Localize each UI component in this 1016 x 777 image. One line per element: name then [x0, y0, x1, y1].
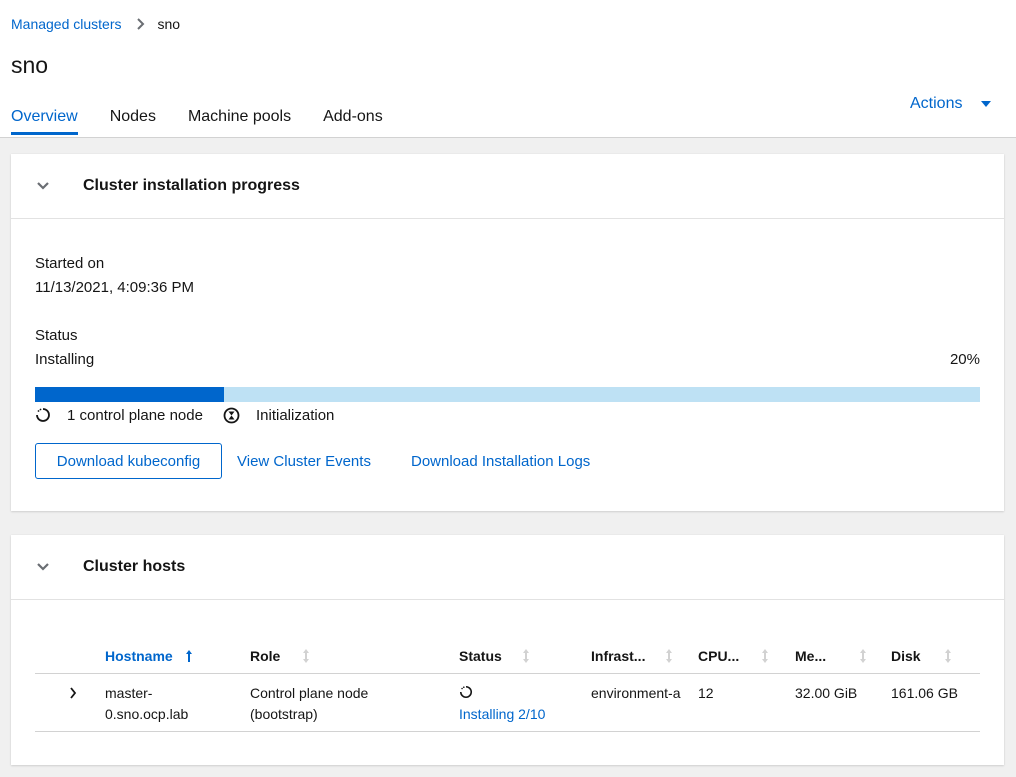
progress-bar-fill	[35, 387, 224, 402]
hostname-line2: 0.sno.ocp.lab	[105, 706, 189, 722]
spinner-icon	[459, 685, 472, 698]
view-cluster-events-button[interactable]: View Cluster Events	[237, 453, 371, 470]
column-label: Role	[250, 648, 281, 664]
column-header-hostname[interactable]: Hostname	[105, 648, 193, 664]
hostname-line1: master-	[105, 685, 153, 701]
column-label: Disk	[891, 648, 921, 664]
column-label: Infrast...	[591, 648, 646, 664]
tab-nodes[interactable]: Nodes	[110, 108, 156, 134]
page-header: Managed clusters sno sno Overview Nodes …	[0, 0, 1016, 138]
installation-progress-header[interactable]: Cluster installation progress	[11, 154, 1004, 219]
sort-icon	[522, 649, 529, 663]
step-control-plane: 1 control plane node	[67, 407, 203, 424]
column-header-disk[interactable]: Disk	[891, 648, 952, 664]
infrastructure-cell: environment-a	[591, 685, 681, 701]
actions-label: Actions	[910, 95, 963, 112]
installation-progress-card: Cluster installation progress Started on…	[11, 154, 1004, 511]
tab-add-ons[interactable]: Add-ons	[323, 108, 383, 134]
started-on-label: Started on	[35, 255, 105, 272]
cluster-hosts-header[interactable]: Cluster hosts	[11, 535, 1004, 600]
chevron-right-icon	[136, 18, 144, 30]
sort-icon	[860, 649, 867, 663]
status-value: Installing	[35, 351, 95, 368]
breadcrumb-current: sno	[157, 16, 181, 32]
table-row-divider	[35, 731, 980, 732]
breadcrumb: Managed clusters sno	[11, 16, 180, 32]
cpu-cell: 12	[698, 685, 714, 701]
table-header-divider	[35, 673, 980, 674]
download-kubeconfig-button[interactable]: Download kubeconfig	[35, 443, 222, 479]
started-on-value: 11/13/2021, 4:09:36 PM	[35, 279, 195, 296]
sort-ascending-icon	[185, 650, 192, 662]
hostname-cell: master- 0.sno.ocp.lab	[105, 683, 188, 725]
column-label: Status	[459, 648, 502, 664]
expand-row-icon[interactable]	[69, 687, 77, 699]
status-cell: Installing 2/10	[459, 683, 545, 725]
download-installation-logs-button[interactable]: Download Installation Logs	[411, 453, 590, 470]
sort-icon	[303, 649, 310, 663]
disk-cell: 161.06 GB	[891, 685, 958, 701]
column-label: Hostname	[105, 648, 173, 664]
tab-bar: Overview Nodes Machine pools Add-ons	[11, 108, 415, 135]
tab-overview[interactable]: Overview	[11, 108, 78, 135]
spinner-icon	[36, 408, 50, 422]
status-label: Status	[35, 327, 78, 344]
column-header-infrastructure[interactable]: Infrast...	[591, 648, 673, 664]
column-header-status[interactable]: Status	[459, 648, 530, 664]
sort-icon	[944, 649, 951, 663]
caret-down-icon	[981, 101, 992, 107]
tab-machine-pools[interactable]: Machine pools	[188, 108, 291, 134]
role-line1: Control plane node	[250, 685, 369, 701]
role-line2: (bootstrap)	[250, 706, 318, 722]
sort-icon	[666, 649, 673, 663]
column-header-role[interactable]: Role	[250, 648, 310, 664]
actions-dropdown[interactable]: Actions	[910, 95, 992, 113]
hourglass-icon	[223, 407, 240, 424]
column-label: Me...	[795, 648, 827, 664]
chevron-down-icon[interactable]	[37, 563, 49, 571]
host-status-link[interactable]: Installing 2/10	[459, 704, 545, 725]
installation-progress-title: Cluster installation progress	[83, 177, 300, 194]
column-header-cpu[interactable]: CPU...	[698, 648, 769, 664]
cluster-hosts-title: Cluster hosts	[83, 558, 186, 575]
breadcrumb-managed-clusters[interactable]: Managed clusters	[11, 16, 122, 32]
chevron-down-icon[interactable]	[37, 182, 49, 190]
progress-percent: 20%	[949, 351, 980, 368]
page-title: sno	[11, 52, 49, 78]
column-label: CPU...	[698, 648, 740, 664]
step-initialization: Initialization	[256, 407, 335, 424]
progress-bar	[35, 387, 980, 402]
column-header-memory[interactable]: Me...	[795, 648, 867, 664]
role-cell: Control plane node (bootstrap)	[250, 683, 368, 725]
sort-icon	[762, 649, 769, 663]
memory-cell: 32.00 GiB	[795, 685, 858, 701]
